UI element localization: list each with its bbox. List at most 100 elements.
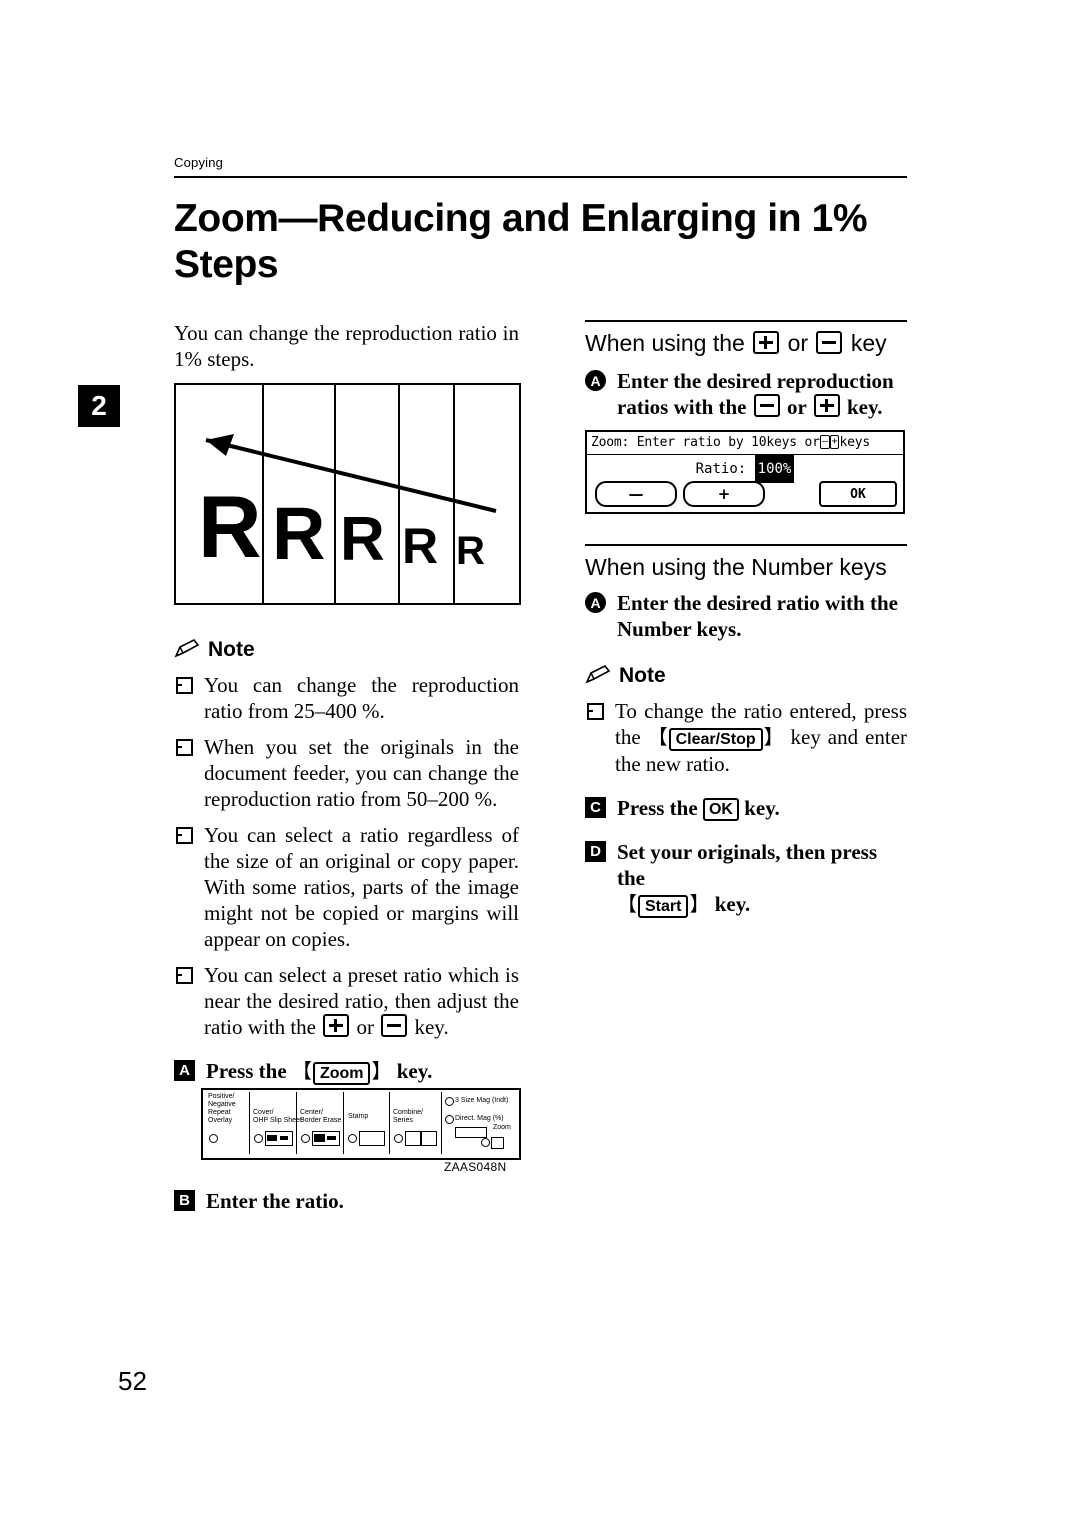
pencil-icon: [585, 665, 611, 684]
panel-led: [209, 1134, 218, 1143]
note-item: To change the ratio entered, press the 【…: [585, 698, 907, 777]
note-text: You can select a ratio regardless of the…: [204, 823, 519, 951]
section-heading-post: key: [850, 330, 887, 356]
step-text-line2-post: key.: [846, 395, 883, 419]
lcd-prompt-line: Zoom: Enter ratio by 10keys or – + keys: [587, 432, 903, 455]
step-text-pre: Press the: [617, 796, 698, 820]
note-label: Note: [208, 638, 255, 661]
panel-led: [301, 1134, 310, 1143]
lcd-screen-zoom: Zoom: Enter ratio by 10keys or – + keys Rat…: [585, 430, 905, 514]
minus-key-icon: [381, 1014, 408, 1037]
panel-label: Zoom: [493, 1124, 511, 1131]
bullet-icon: [176, 967, 193, 984]
panel-label: Combine/: [393, 1109, 423, 1116]
step-number: A: [174, 1060, 195, 1081]
step-text-post: key.: [396, 1059, 433, 1083]
left-column: You can change the reproduction ratio in…: [174, 320, 519, 372]
section-rule: [585, 544, 907, 546]
lcd-prompt-text: Zoom: Enter ratio by 10keys or: [591, 435, 820, 450]
start-key[interactable]: 【Start】: [617, 892, 709, 918]
step-number: A: [585, 370, 606, 391]
page-number: 52: [118, 1366, 147, 1396]
panel-label: Cover/: [253, 1109, 274, 1116]
section-heading-number-keys: When using the Number keys: [585, 554, 887, 580]
figure-zoom-illustration: R R R R R: [174, 383, 521, 605]
step-number: B: [174, 1190, 195, 1211]
panel-led: [445, 1097, 454, 1106]
panel-label: Repeat: [208, 1109, 231, 1116]
minus-key-icon: [753, 394, 780, 417]
ok-key[interactable]: OK: [702, 798, 739, 821]
lcd-minus-button[interactable]: —: [595, 481, 677, 507]
section-heading-plusminus: When using the or key: [585, 328, 907, 358]
panel-icon-box: [359, 1131, 385, 1146]
step-number: C: [585, 797, 606, 818]
lcd-plus-button[interactable]: +: [683, 481, 765, 507]
step-text-line2: Number keys.: [617, 617, 742, 641]
panel-icon-box: [491, 1137, 504, 1149]
section-heading-mid: or: [787, 330, 809, 356]
note-text-mid: or: [356, 1015, 374, 1039]
note-label: Note: [619, 664, 666, 687]
panel-label: Direct. Mag (%): [455, 1115, 504, 1122]
figure-arrow-icon: [205, 434, 497, 513]
note-item: You can select a preset ratio which is n…: [174, 962, 519, 1040]
panel-led: [481, 1138, 490, 1147]
panel-icon-glyph: [327, 1136, 336, 1140]
panel-label: Stamp: [348, 1113, 369, 1120]
lcd-ok-button[interactable]: OK: [819, 481, 897, 507]
step-text-line2-pre: ratios with the: [617, 395, 747, 419]
step-text-post: key.: [714, 892, 751, 916]
figure-operation-panel: Positive/ Negative Repeat Overlay Cover/…: [201, 1088, 521, 1160]
bullet-icon: [176, 677, 193, 694]
lcd-prompt-text-post: keys: [839, 435, 870, 450]
start-key-label: Start: [638, 895, 689, 918]
note-heading: Note: [174, 638, 519, 662]
step-set-originals: D Set your originals, then press the 【St…: [585, 839, 907, 918]
step-text-line1: Enter the desired ratio with the: [617, 591, 898, 615]
step-number: A: [585, 592, 606, 613]
panel-icon-box: [405, 1131, 421, 1146]
step-text: Enter the ratio.: [206, 1189, 344, 1213]
step-text-line1: Set your originals, then press the: [617, 840, 877, 890]
plus-key-icon: [753, 331, 780, 354]
panel-icon-glyph: [314, 1134, 325, 1142]
clear-stop-key-label: Clear/Stop: [668, 728, 763, 751]
pencil-icon: [174, 639, 200, 658]
lcd-plus-key-icon: +: [829, 435, 840, 449]
note-item: You can change the reproduction ratio fr…: [174, 672, 519, 724]
bullet-icon: [176, 827, 193, 844]
zoom-key[interactable]: 【Zoom】: [292, 1059, 391, 1085]
panel-divider: [441, 1092, 442, 1154]
panel-led: [394, 1134, 403, 1143]
step-text-line1: Enter the desired reproduction: [617, 369, 894, 393]
panel-divider: [389, 1092, 390, 1154]
document-page: Copying 2 Zoom—Reducing and Enlarging in…: [0, 0, 1080, 1525]
panel-icon-glyph: [267, 1135, 277, 1141]
chapter-tab: 2: [78, 385, 120, 427]
panel-label: Center/: [300, 1109, 323, 1116]
step-number: D: [585, 841, 606, 862]
zoom-key-label: Zoom: [312, 1062, 371, 1085]
section-heading-pre: When using the: [585, 330, 745, 356]
step-text-pre: Press the: [206, 1059, 287, 1083]
panel-led: [254, 1134, 263, 1143]
panel-label: Overlay: [208, 1117, 233, 1124]
note-item: When you set the originals in the docume…: [174, 734, 519, 812]
note-text: When you set the originals in the docume…: [204, 735, 519, 811]
panel-led: [348, 1134, 357, 1143]
intro-paragraph: You can change the reproduction ratio in…: [174, 321, 519, 371]
step-enter-ratio-numberkeys: A Enter the desired ratio with the Numbe…: [585, 590, 907, 642]
clear-stop-key[interactable]: 【Clear/Stop】: [648, 725, 784, 751]
step-enter-ratios: A Enter the desired reproduction ratios …: [585, 368, 907, 420]
minus-key-icon: [816, 331, 843, 354]
left-step2-block: B Enter the ratio.: [174, 1188, 519, 1214]
lcd-ratio-value: 100%: [754, 455, 795, 483]
figure-code: ZAAS048N: [444, 1160, 507, 1174]
panel-divider: [343, 1092, 344, 1154]
plus-key-icon: [813, 394, 840, 417]
step-press-zoom: A Press the 【Zoom】 key.: [174, 1058, 519, 1085]
note-text: You can change the reproduction ratio fr…: [204, 673, 519, 723]
panel-label: 3 Size Mag (Indt): [455, 1097, 509, 1104]
panel-label: Series: [393, 1117, 413, 1124]
